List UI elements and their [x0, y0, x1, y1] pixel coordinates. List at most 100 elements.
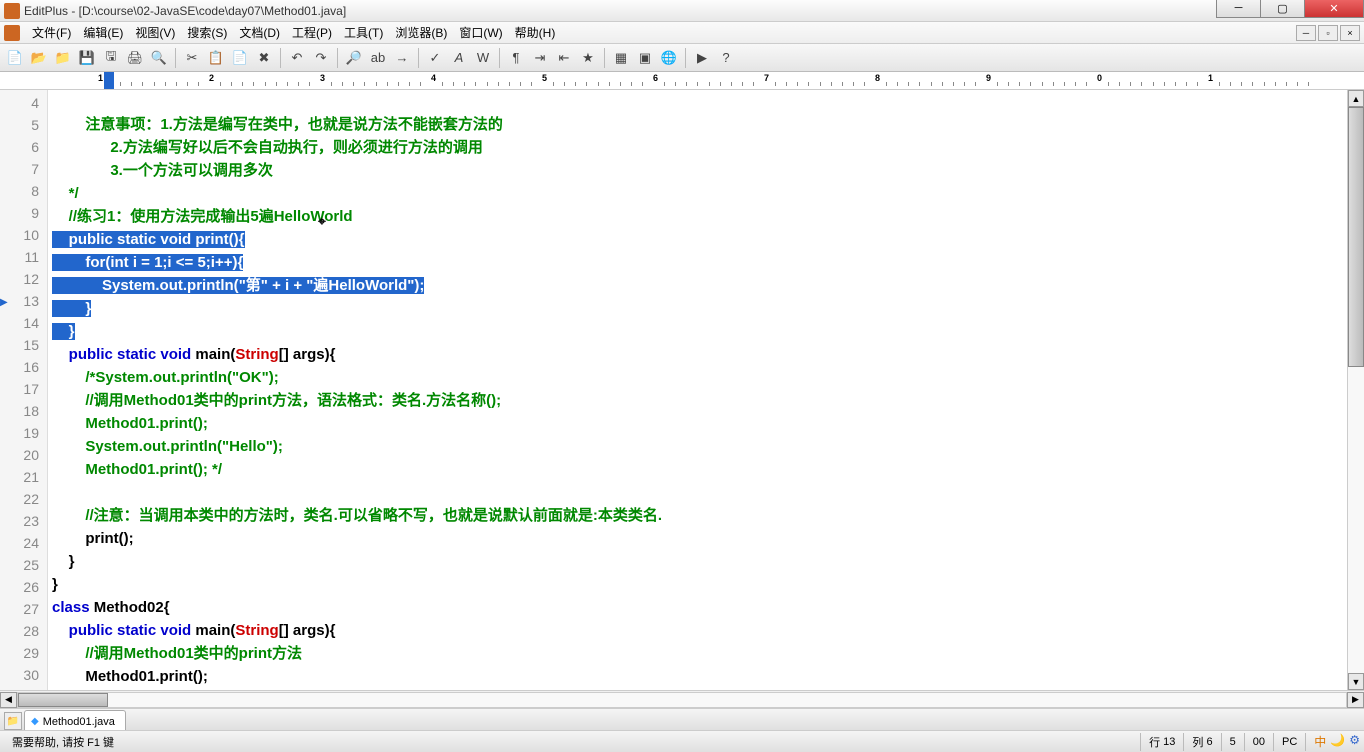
copy-button[interactable]: 📋 — [205, 47, 227, 69]
redo-button[interactable]: ↷ — [310, 47, 332, 69]
minimize-button[interactable]: ─ — [1216, 0, 1261, 18]
app-icon — [4, 3, 20, 19]
status-selection: 5 — [1222, 733, 1245, 751]
whitespace-button[interactable]: ¶ — [505, 47, 527, 69]
mdi-close-button[interactable]: × — [1340, 25, 1360, 41]
indent-button[interactable]: ⇥ — [529, 47, 551, 69]
code-editor[interactable]: 注意事项：1.方法是编写在类中，也就是说方法不能嵌套方法的 2.方法编写好以后不… — [48, 90, 1347, 690]
status-bar: 需要帮助, 请按 F1 键 行 13 列 6 5 00 PC 中 🌙 ⚙ — [0, 730, 1364, 752]
open-remote-button[interactable]: 📁 — [52, 47, 74, 69]
code-line: public static void print(){ — [52, 231, 245, 248]
line-number: 5 — [0, 114, 39, 136]
line-number: 29 — [0, 642, 39, 664]
status-overwrite: 00 — [1245, 733, 1274, 751]
code-line: //调用Method01类中的print方法，语法格式：类名.方法名称(); — [52, 392, 501, 409]
line-number: 28 — [0, 620, 39, 642]
code-line: for(int i = 1;i <= 5;i++){ — [52, 254, 243, 271]
selected-text: } — [52, 300, 91, 317]
vertical-scrollbar[interactable]: ▲ ▼ — [1347, 90, 1364, 690]
file-tab[interactable]: ◆ Method01.java — [24, 710, 126, 730]
code-line: } — [52, 553, 75, 570]
menu-edit[interactable]: 编辑(E) — [77, 22, 129, 43]
toolbar-separator — [685, 48, 686, 68]
scroll-right-button[interactable]: ▶ — [1347, 692, 1364, 708]
selected-text: public static void print(){ — [52, 231, 245, 248]
line-number: 9 — [0, 202, 39, 224]
menu-browser[interactable]: 浏览器(B) — [389, 22, 453, 43]
menu-document[interactable]: 文档(D) — [233, 22, 286, 43]
line-number: 18 — [0, 400, 39, 422]
line-number: 20 — [0, 444, 39, 466]
code-line: } — [52, 300, 91, 317]
print-button[interactable]: 🖨 — [124, 47, 146, 69]
help-button[interactable]: ? — [715, 47, 737, 69]
menu-help[interactable]: 帮助(H) — [509, 22, 562, 43]
menu-project[interactable]: 工程(P) — [286, 22, 338, 43]
line-number: 6 — [0, 136, 39, 158]
code-line: } — [52, 576, 58, 593]
toolbar-separator — [175, 48, 176, 68]
scroll-thumb[interactable] — [18, 693, 108, 707]
line-number: 24 — [0, 532, 39, 554]
toolbar-separator — [280, 48, 281, 68]
maximize-button[interactable]: ▢ — [1260, 0, 1305, 18]
line-number: 27 — [0, 598, 39, 620]
outdent-button[interactable]: ⇤ — [553, 47, 575, 69]
save-button[interactable]: 💾 — [76, 47, 98, 69]
mdi-restore-button[interactable]: ▫ — [1318, 25, 1338, 41]
code-line: System.out.println("Hello"); — [52, 438, 283, 455]
bookmark-button[interactable]: ★ — [577, 47, 599, 69]
scroll-track[interactable] — [17, 692, 1347, 708]
line-number: 4 — [0, 92, 39, 114]
spellcheck-button[interactable]: ✓ — [424, 47, 446, 69]
font-button[interactable]: W — [472, 47, 494, 69]
preview-button[interactable]: 🔍 — [148, 47, 170, 69]
menu-file[interactable]: 文件(F) — [26, 22, 77, 43]
wordwrap-button[interactable]: A — [448, 47, 470, 69]
browser-button[interactable]: 🌐 — [658, 47, 680, 69]
doc-icon — [4, 25, 20, 41]
menu-window[interactable]: 窗口(W) — [453, 22, 508, 43]
new-file-button[interactable]: 📄 — [4, 47, 26, 69]
line-number: 7 — [0, 158, 39, 180]
run-button[interactable]: ▶ — [691, 47, 713, 69]
code-line: class Method02{ — [52, 599, 170, 616]
line-number: 23 — [0, 510, 39, 532]
paste-button[interactable]: 📄 — [229, 47, 251, 69]
code-line: print(); — [52, 530, 134, 547]
mdi-minimize-button[interactable]: ─ — [1296, 25, 1316, 41]
open-button[interactable]: 📂 — [28, 47, 50, 69]
menu-search[interactable]: 搜索(S) — [181, 22, 233, 43]
undo-button[interactable]: ↶ — [286, 47, 308, 69]
scroll-thumb[interactable] — [1348, 107, 1364, 367]
find-button[interactable]: 🔎 — [343, 47, 365, 69]
line-number: 16 — [0, 356, 39, 378]
tab-label: Method01.java — [43, 716, 115, 728]
tab-directory-button[interactable]: 📁 — [4, 712, 22, 730]
scroll-left-button[interactable]: ◀ — [0, 692, 17, 708]
replace-button[interactable]: ab — [367, 47, 389, 69]
line-number: 26 — [0, 576, 39, 598]
cut-button[interactable]: ✂ — [181, 47, 203, 69]
line-number: 21 — [0, 466, 39, 488]
ruler: 12345678901 — [0, 72, 1364, 90]
toolbar: 📄 📂 📁 💾 🖫 🖨 🔍 ✂ 📋 📄 ✖ ↶ ↷ 🔎 ab → ✓ A W ¶… — [0, 44, 1364, 72]
line-number: 11 — [0, 246, 39, 268]
menu-tools[interactable]: 工具(T) — [338, 22, 389, 43]
menu-view[interactable]: 视图(V) — [129, 22, 181, 43]
fullscreen-button[interactable]: ▣ — [634, 47, 656, 69]
line-number: 15 — [0, 334, 39, 356]
horizontal-scrollbar[interactable]: ◀ ▶ — [0, 690, 1364, 708]
scroll-up-button[interactable]: ▲ — [1348, 90, 1364, 107]
columns-button[interactable]: ▦ — [610, 47, 632, 69]
modified-icon: ◆ — [31, 716, 39, 727]
code-line: //调用Method01类中的print方法 — [52, 645, 302, 662]
scroll-down-button[interactable]: ▼ — [1348, 673, 1364, 690]
delete-button[interactable]: ✖ — [253, 47, 275, 69]
save-all-button[interactable]: 🖫 — [100, 47, 122, 69]
close-button[interactable]: ✕ — [1304, 0, 1364, 18]
code-line: Method01.print(); — [52, 668, 208, 685]
code-line: } — [52, 323, 75, 340]
goto-button[interactable]: → — [391, 47, 413, 69]
scroll-track[interactable] — [1348, 107, 1364, 673]
